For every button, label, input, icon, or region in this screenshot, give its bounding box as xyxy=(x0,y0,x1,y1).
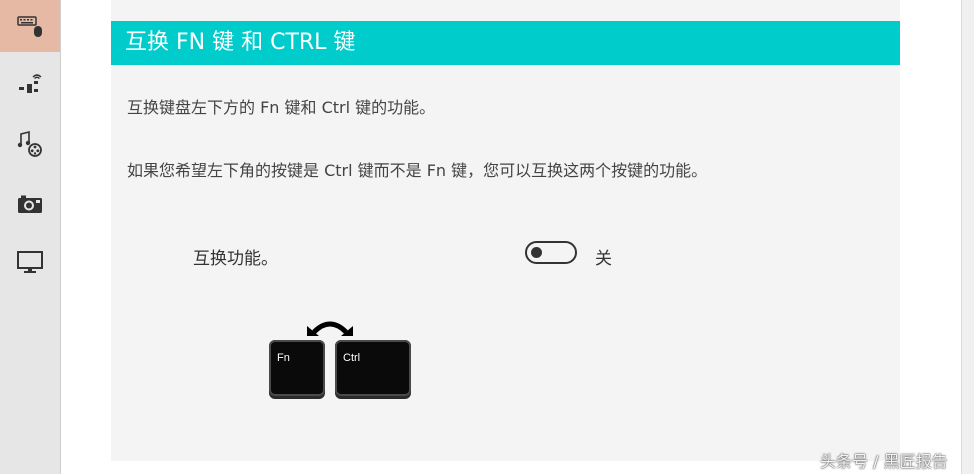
keyboard-mouse-icon xyxy=(17,16,42,37)
sidebar-item-display[interactable] xyxy=(0,236,60,288)
section-title: 互换 FN 键 和 CTRL 键 xyxy=(111,21,900,65)
network-wireless-icon xyxy=(19,74,42,93)
sidebar-item-camera[interactable] xyxy=(0,178,60,230)
key-swap-illustration: Fn Ctrl xyxy=(267,312,417,404)
monitor-icon xyxy=(17,251,43,273)
toggle-state-text: 关 xyxy=(595,249,612,269)
fn-key-label: Fn xyxy=(277,352,290,364)
sidebar-item-network[interactable] xyxy=(0,58,60,110)
toggle-label: 互换功能。 xyxy=(193,249,278,269)
watermark: 头条号 / 黑匠报告 xyxy=(820,452,948,471)
scrollbar-track[interactable] xyxy=(961,0,974,474)
sidebar-item-keyboard-mouse[interactable] xyxy=(0,0,60,52)
sidebar-rail xyxy=(0,0,61,474)
camera-icon xyxy=(18,195,42,213)
ctrl-key-label: Ctrl xyxy=(343,352,361,364)
ctrl-key: Ctrl xyxy=(335,340,411,396)
swap-arrow-icon xyxy=(307,321,353,336)
toggle-knob xyxy=(531,247,542,258)
sidebar-item-audio-video[interactable] xyxy=(0,118,60,170)
section-detail: 如果您希望左下角的按键是 Ctrl 键而不是 Fn 键，您可以互换这两个按键的功… xyxy=(127,161,708,180)
fn-key: Fn xyxy=(269,340,325,396)
music-video-icon xyxy=(17,130,42,157)
section-description: 互换键盘左下方的 Fn 键和 Ctrl 键的功能。 xyxy=(127,98,436,117)
swap-function-toggle[interactable] xyxy=(525,241,577,264)
settings-panel: 互换 FN 键 和 CTRL 键 互换键盘左下方的 Fn 键和 Ctrl 键的功… xyxy=(111,0,900,461)
